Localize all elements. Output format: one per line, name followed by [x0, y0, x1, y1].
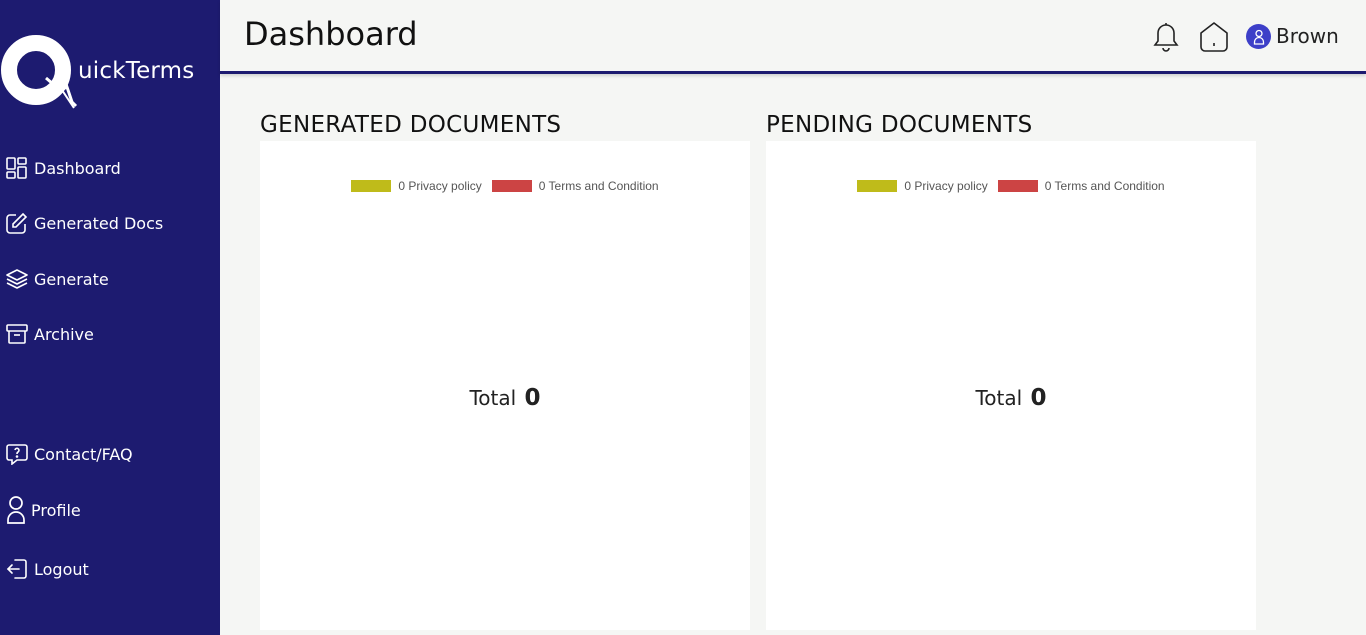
logo-text: uickTerms	[78, 58, 195, 84]
card-title-pending: PENDING DOCUMENTS	[766, 112, 1033, 138]
pending-documents-chart: 0 Privacy policy 0 Terms and Condition T…	[766, 141, 1256, 630]
sidebar-item-archive[interactable]: Archive	[6, 320, 94, 348]
sidebar: uickTerms Dashboard Generated Docs Gener…	[0, 0, 220, 635]
legend-swatch-terms	[997, 180, 1038, 192]
sidebar-item-dashboard[interactable]: Dashboard	[6, 154, 121, 182]
sidebar-item-contact-faq[interactable]: Contact/FAQ	[6, 440, 133, 468]
sidebar-item-label: Logout	[34, 559, 89, 579]
sidebar-item-generated-docs[interactable]: Generated Docs	[6, 209, 163, 237]
chart-legend: 0 Privacy policy 0 Terms and Condition	[766, 179, 1256, 193]
top-bar: Dashboard Brown	[220, 0, 1366, 74]
legend-entry-terms[interactable]: 0 Terms and Condition	[491, 179, 659, 193]
username[interactable]: Brown	[1276, 24, 1339, 48]
sidebar-item-logout[interactable]: Logout	[6, 555, 89, 583]
legend-label: 0 Terms and Condition	[1044, 179, 1165, 193]
legend-label: 0 Privacy policy	[904, 179, 988, 193]
sidebar-item-label: Contact/FAQ	[34, 444, 133, 464]
sidebar-item-label: Generate	[34, 269, 109, 289]
total-value: 0	[524, 385, 541, 411]
total-label: Total	[469, 386, 517, 410]
total-value: 0	[1030, 385, 1047, 411]
legend-label: 0 Terms and Condition	[538, 179, 659, 193]
sidebar-item-generate[interactable]: Generate	[6, 265, 109, 293]
logo-mark-icon	[1, 35, 78, 109]
edit-icon	[6, 212, 28, 234]
total-label: Total	[975, 386, 1023, 410]
avatar[interactable]	[1246, 24, 1271, 49]
legend-entry-privacy[interactable]: 0 Privacy policy	[351, 179, 482, 193]
sidebar-item-profile[interactable]: Profile	[6, 496, 81, 524]
generated-documents-chart: 0 Privacy policy 0 Terms and Condition T…	[260, 141, 750, 630]
grid-icon	[6, 157, 28, 179]
page-title: Dashboard	[244, 15, 418, 53]
logout-icon	[6, 558, 28, 580]
chart-total: Total 0	[260, 385, 750, 411]
archive-icon	[6, 323, 28, 345]
sidebar-item-label: Profile	[31, 500, 81, 520]
layers-icon	[6, 268, 28, 290]
home-icon[interactable]	[1198, 21, 1230, 57]
sidebar-item-label: Generated Docs	[34, 213, 164, 233]
legend-entry-privacy[interactable]: 0 Privacy policy	[857, 179, 988, 193]
help-chat-icon	[6, 443, 28, 465]
user-icon	[6, 496, 26, 524]
card-title-generated: GENERATED DOCUMENTS	[260, 112, 562, 138]
legend-swatch-privacy	[857, 180, 898, 192]
bell-icon[interactable]	[1152, 22, 1180, 58]
chart-legend: 0 Privacy policy 0 Terms and Condition	[260, 179, 750, 193]
sidebar-item-label: Dashboard	[34, 158, 121, 178]
legend-swatch-terms	[491, 180, 532, 192]
chart-total: Total 0	[766, 385, 1256, 411]
app-logo[interactable]: uickTerms	[0, 34, 220, 110]
legend-swatch-privacy	[351, 180, 392, 192]
user-icon	[1253, 29, 1264, 45]
legend-entry-terms[interactable]: 0 Terms and Condition	[997, 179, 1165, 193]
sidebar-item-label: Archive	[34, 324, 94, 344]
legend-label: 0 Privacy policy	[398, 179, 482, 193]
